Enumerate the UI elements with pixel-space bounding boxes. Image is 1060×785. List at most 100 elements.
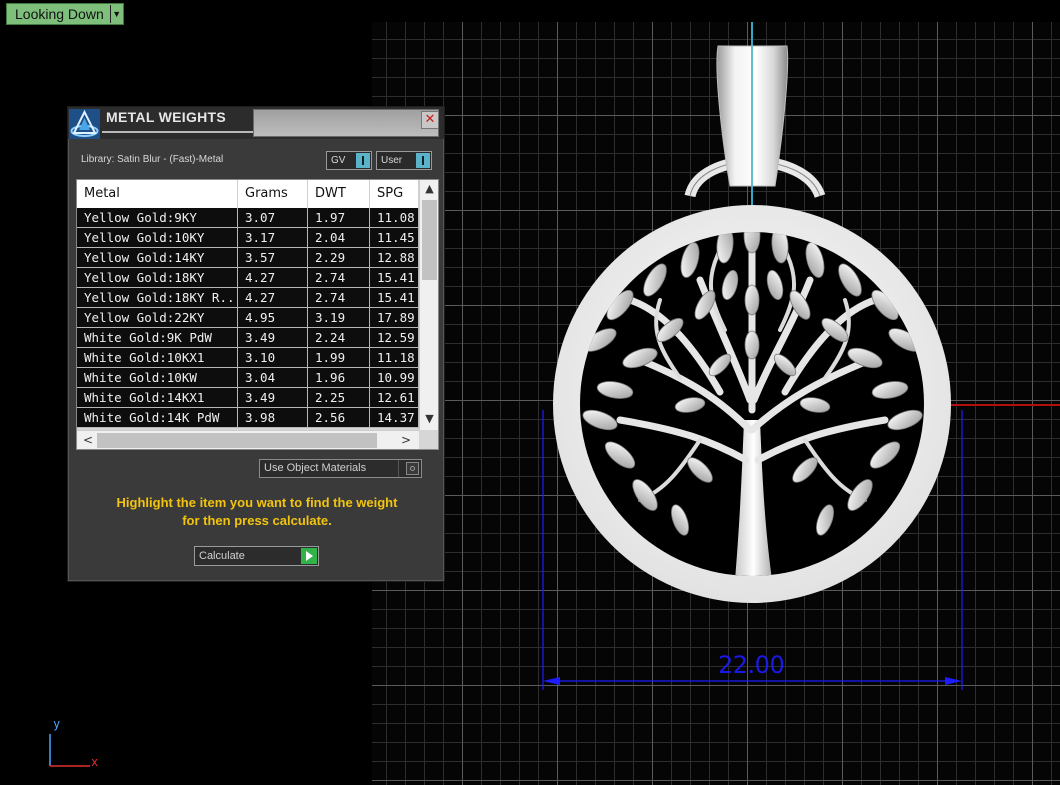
cell-metal: Yellow Gold:18KY R... <box>77 288 238 307</box>
cell-spg: 11.08 <box>370 208 419 227</box>
table-row[interactable]: Yellow Gold:14KY 3.57 2.29 12.88 <box>77 248 419 268</box>
scroll-right-icon[interactable]: > <box>397 431 415 449</box>
table-row[interactable]: White Gold:10KX1 3.10 1.99 11.18 <box>77 348 419 368</box>
cell-spg: 15.41 <box>370 268 419 287</box>
title-tab-area <box>253 109 439 137</box>
table-row[interactable]: White Gold:9K PdW 3.49 2.24 12.59 <box>77 328 419 348</box>
use-object-materials-label: Use Object Materials <box>264 462 367 474</box>
table-row[interactable]: Yellow Gold:18KY 4.27 2.74 15.41 <box>77 268 419 288</box>
vertical-scrollbar[interactable]: ▲ ▼ <box>419 180 438 430</box>
cell-metal: White Gold:10KW <box>77 368 238 387</box>
calculate-button[interactable]: Calculate <box>194 546 319 566</box>
cell-dwt: 2.56 <box>308 408 370 427</box>
cell-grams: 3.07 <box>238 208 308 227</box>
table-row[interactable]: White Gold:10KW 3.04 1.96 10.99 <box>77 368 419 388</box>
cell-dwt: 1.96 <box>308 368 370 387</box>
cell-metal: White Gold:10KX1 <box>77 348 238 367</box>
cell-grams: 4.27 <box>238 268 308 287</box>
cell-grams: 3.49 <box>238 388 308 407</box>
scroll-down-icon[interactable]: ▼ <box>420 412 438 425</box>
cell-metal: White Gold:14KX1 <box>77 388 238 407</box>
play-icon <box>301 548 317 564</box>
panel-header[interactable]: METAL WEIGHTS ✕ <box>68 107 444 139</box>
cell-spg: 17.89 <box>370 308 419 327</box>
title-underline <box>102 131 254 133</box>
instruction-text: Highlight the item you want to find the … <box>80 494 434 530</box>
cell-spg: 11.18 <box>370 348 419 367</box>
view-selector[interactable]: Looking Down ▼ <box>6 3 124 25</box>
column-header-spg[interactable]: SPG <box>370 180 419 208</box>
cell-dwt: 2.74 <box>308 268 370 287</box>
app-logo-icon <box>69 109 100 139</box>
table-row[interactable]: Yellow Gold:18KY R... 4.27 2.74 15.41 <box>77 288 419 308</box>
cell-grams: 4.95 <box>238 308 308 327</box>
table-row[interactable]: Yellow Gold:22KY 4.95 3.19 17.89 <box>77 308 419 328</box>
column-header-metal[interactable]: Metal <box>77 180 238 208</box>
gv-toggle[interactable]: GV <box>326 151 372 170</box>
cell-grams: 3.57 <box>238 248 308 267</box>
scroll-thumb[interactable] <box>97 433 377 448</box>
cell-spg: 12.59 <box>370 328 419 347</box>
chevron-down-icon[interactable]: ▼ <box>109 5 123 23</box>
cell-dwt: 2.04 <box>308 228 370 247</box>
close-icon: ✕ <box>424 112 436 127</box>
scroll-thumb[interactable] <box>422 200 437 280</box>
axis-x-label: x <box>91 755 99 769</box>
cell-grams: 3.49 <box>238 328 308 347</box>
scroll-up-icon[interactable]: ▲ <box>420 182 438 195</box>
cell-metal: Yellow Gold:22KY <box>77 308 238 327</box>
cell-spg: 11.45 <box>370 228 419 247</box>
cell-dwt: 1.97 <box>308 208 370 227</box>
table-body: Yellow Gold:9KY 3.07 1.97 11.08 Yellow Gold:… <box>77 208 419 428</box>
cell-grams: 3.98 <box>238 408 308 427</box>
gv-toggle-label: GV <box>331 155 346 166</box>
panel-title: METAL WEIGHTS <box>106 109 227 125</box>
toggle-switch-icon <box>356 153 370 168</box>
library-label: Library: Satin Blur - (Fast)-Metal <box>81 154 224 165</box>
cell-grams: 3.04 <box>238 368 308 387</box>
axis-y-label: y <box>53 717 61 731</box>
table-header: Metal Grams DWT SPG <box>77 180 419 208</box>
user-toggle[interactable]: User <box>376 151 432 170</box>
cell-spg: 15.41 <box>370 288 419 307</box>
table-row[interactable]: Yellow Gold:9KY 3.07 1.97 11.08 <box>77 208 419 228</box>
radio-icon[interactable] <box>406 462 419 475</box>
instruction-line-2: for then press calculate. <box>182 513 332 528</box>
scroll-left-icon[interactable]: < <box>79 431 97 449</box>
cell-spg: 12.61 <box>370 388 419 407</box>
cell-dwt: 1.99 <box>308 348 370 367</box>
table-row[interactable]: Yellow Gold:10KY 3.17 2.04 11.45 <box>77 228 419 248</box>
table-row[interactable]: White Gold:14KX1 3.49 2.25 12.61 <box>77 388 419 408</box>
toggle-switch-icon <box>416 153 430 168</box>
cell-dwt: 2.74 <box>308 288 370 307</box>
cell-spg: 14.37 <box>370 408 419 427</box>
cell-metal: Yellow Gold:18KY <box>77 268 238 287</box>
column-header-dwt[interactable]: DWT <box>308 180 370 208</box>
table-row[interactable]: White Gold:14K PdW 3.98 2.56 14.37 <box>77 408 419 428</box>
cell-dwt: 2.25 <box>308 388 370 407</box>
calculate-label: Calculate <box>199 550 245 562</box>
cell-grams: 3.10 <box>238 348 308 367</box>
cell-metal: Yellow Gold:9KY <box>77 208 238 227</box>
cell-metal: White Gold:14K PdW <box>77 408 238 427</box>
cell-spg: 10.99 <box>370 368 419 387</box>
column-header-grams[interactable]: Grams <box>238 180 308 208</box>
cell-grams: 3.17 <box>238 228 308 247</box>
cell-spg: 12.88 <box>370 248 419 267</box>
cell-metal: White Gold:9K PdW <box>77 328 238 347</box>
metal-weights-panel: METAL WEIGHTS ✕ Library: Satin Blur - (F… <box>67 106 445 582</box>
divider <box>398 460 399 477</box>
close-button[interactable]: ✕ <box>421 111 439 129</box>
cell-dwt: 2.29 <box>308 248 370 267</box>
cell-metal: Yellow Gold:10KY <box>77 228 238 247</box>
cell-metal: Yellow Gold:14KY <box>77 248 238 267</box>
dimension-value: 22.00 <box>718 651 785 679</box>
view-label-text: Looking Down <box>15 6 104 22</box>
metal-weights-table: Metal Grams DWT SPG Yellow Gold:9KY 3.07 1… <box>76 179 439 450</box>
cell-grams: 4.27 <box>238 288 308 307</box>
horizontal-scrollbar[interactable]: < > <box>77 430 419 449</box>
cell-dwt: 2.24 <box>308 328 370 347</box>
cell-dwt: 3.19 <box>308 308 370 327</box>
use-object-materials-checkbox[interactable]: Use Object Materials <box>259 459 422 478</box>
instruction-line-1: Highlight the item you want to find the … <box>116 495 398 510</box>
